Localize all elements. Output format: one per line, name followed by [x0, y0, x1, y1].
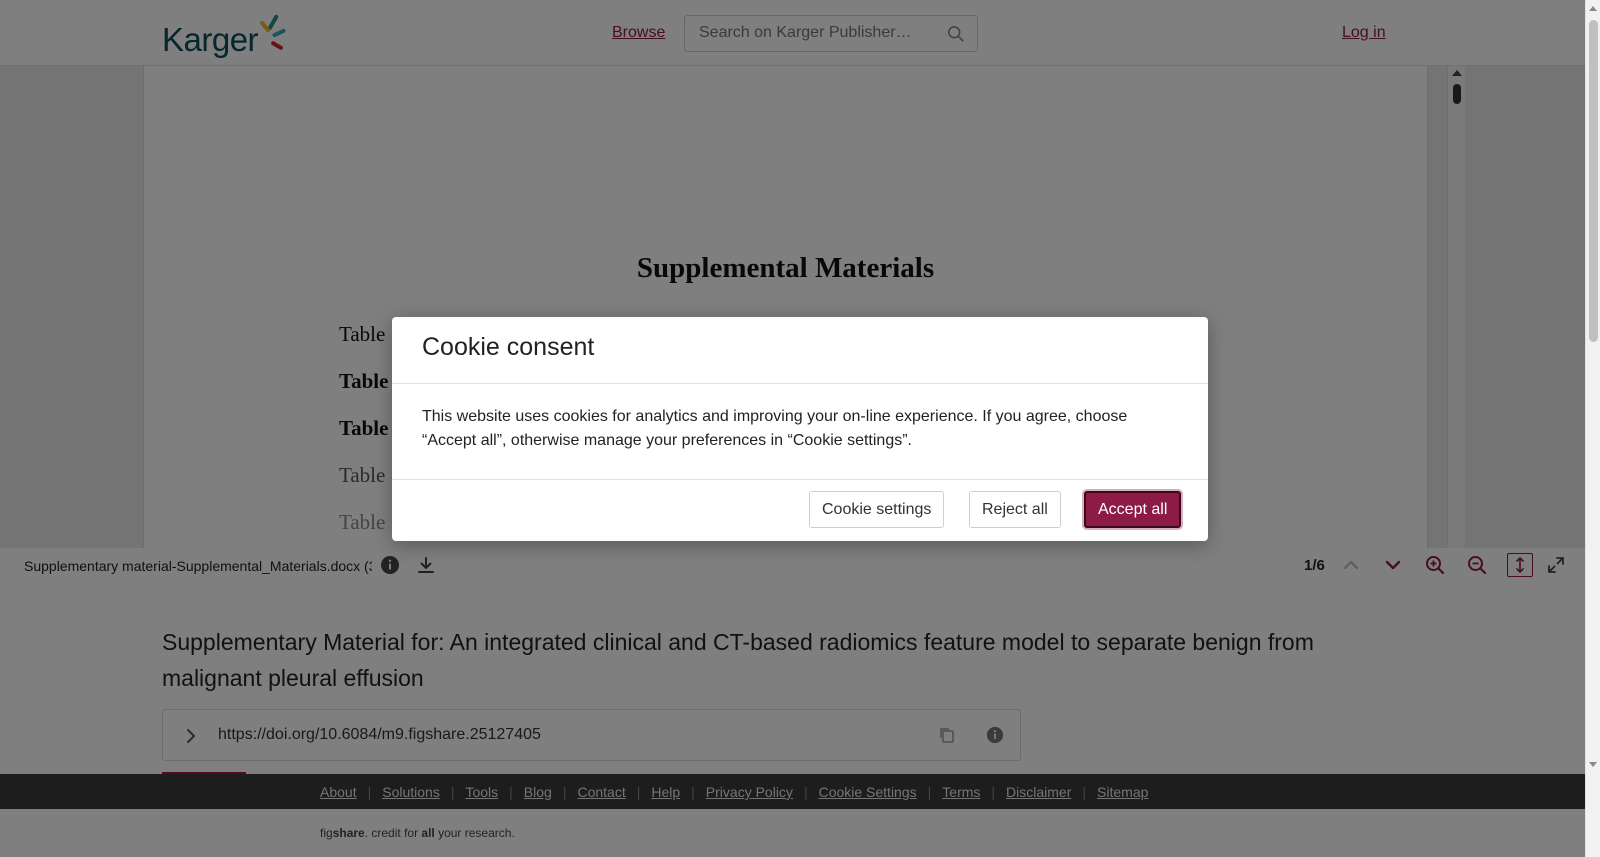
accept-all-button[interactable]: Accept all	[1084, 491, 1182, 528]
reject-all-button[interactable]: Reject all	[969, 491, 1061, 528]
page-scroll-down-icon[interactable]	[1589, 762, 1597, 767]
dialog-title: Cookie consent	[422, 333, 595, 361]
cookie-settings-button[interactable]: Cookie settings	[809, 491, 945, 528]
page-scroll-up-icon[interactable]	[1589, 6, 1597, 11]
page-scrollbar[interactable]	[1585, 0, 1600, 857]
dialog-footer: Cookie settings Reject all Accept all	[392, 480, 1208, 540]
dialog-header: Cookie consent	[392, 317, 1208, 384]
cookie-consent-dialog: Cookie consent This website uses cookies…	[392, 317, 1208, 541]
dialog-body: This website uses cookies for analytics …	[392, 384, 1208, 480]
page-scroll-thumb[interactable]	[1589, 20, 1598, 342]
